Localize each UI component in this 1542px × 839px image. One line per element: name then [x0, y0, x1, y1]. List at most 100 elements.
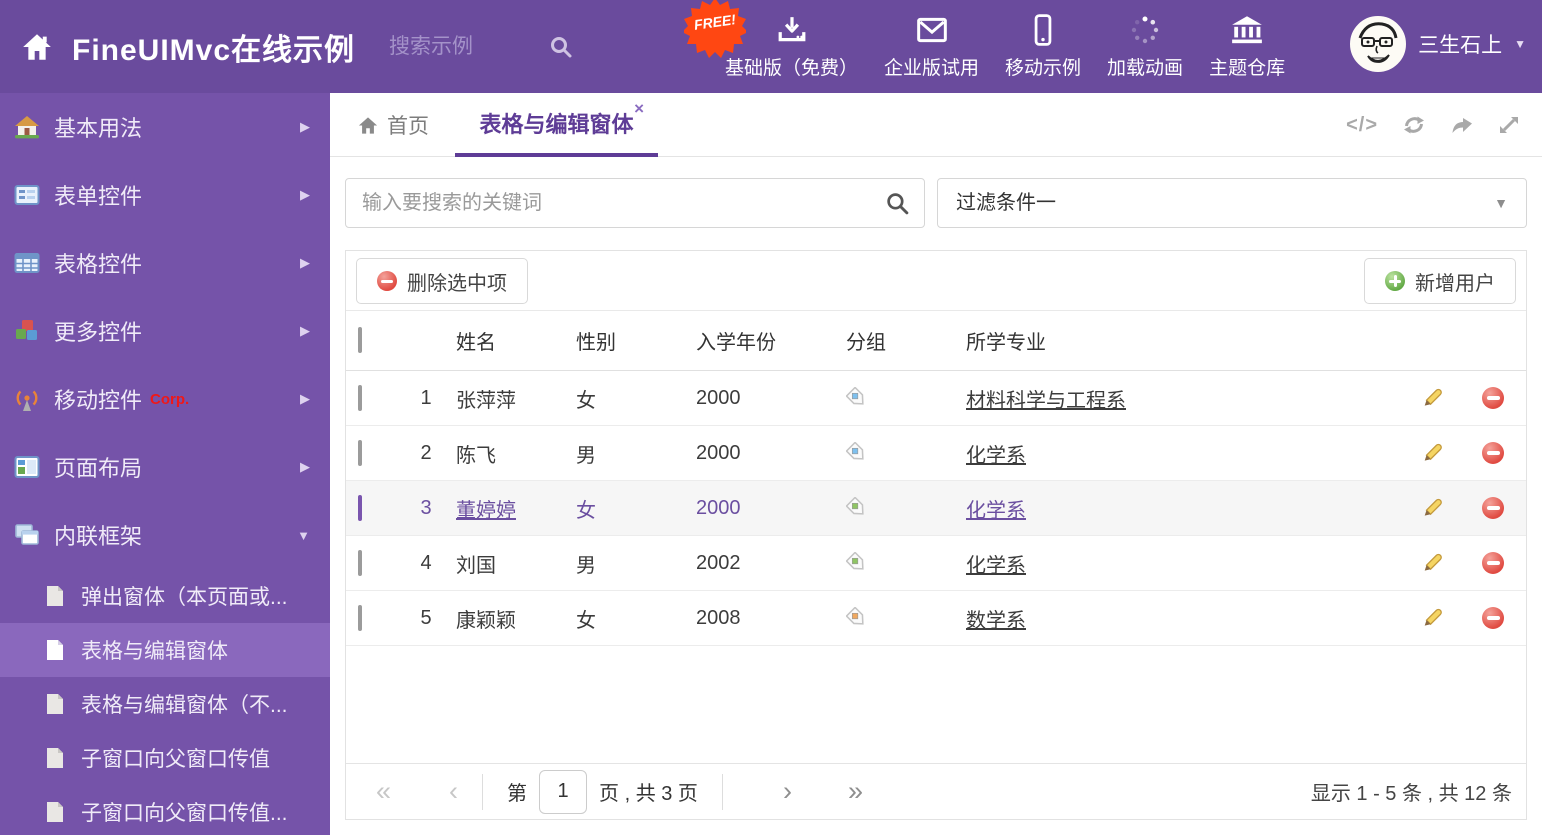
- grid-header-row: 姓名 性别 入学年份 分组 所学专业: [346, 311, 1526, 371]
- share-icon[interactable]: [1450, 114, 1474, 136]
- filter-selected-value: 过滤条件一: [956, 192, 1056, 214]
- last-page-button[interactable]: »: [848, 776, 863, 807]
- search-icon[interactable]: [885, 191, 910, 216]
- col-header-name[interactable]: 姓名: [456, 326, 576, 355]
- delete-button[interactable]: [1460, 607, 1526, 629]
- delete-button[interactable]: [1460, 497, 1526, 519]
- row-checkbox[interactable]: [358, 549, 362, 576]
- page-prefix-label: 第: [507, 783, 528, 805]
- file-icon: [47, 694, 63, 714]
- major-link[interactable]: 化学系: [966, 555, 1026, 577]
- edit-button[interactable]: [1404, 496, 1460, 520]
- main-area: 首页 表格与编辑窗体 × </> 输入要搜索的关键词 过滤条件一 ▼ 删除选中项…: [330, 93, 1542, 835]
- sidebar-item-more-controls[interactable]: 更多控件 ▶: [0, 297, 330, 365]
- mobile-icon: [1034, 12, 1052, 48]
- file-icon: [47, 748, 63, 768]
- nav-item-theme-store[interactable]: 主题仓库: [1209, 12, 1285, 80]
- header-search-input[interactable]: [389, 34, 540, 59]
- expand-icon[interactable]: [1498, 114, 1520, 136]
- table-row[interactable]: 2 陈飞 男 2000 化学系: [346, 426, 1526, 481]
- delete-selected-button[interactable]: 删除选中项: [356, 258, 528, 304]
- delete-button[interactable]: [1460, 442, 1526, 464]
- home-logo-icon[interactable]: [22, 33, 52, 61]
- sidebar-subitem-child-to-parent[interactable]: 子窗口向父窗口传值: [0, 731, 330, 785]
- nav-item-loading-animation[interactable]: 加载动画: [1107, 12, 1183, 80]
- table-row[interactable]: 1 张萍萍 女 2000 材料科学与工程系: [346, 371, 1526, 426]
- col-header-major[interactable]: 所学专业: [966, 326, 1404, 355]
- header-search-icon[interactable]: [549, 35, 573, 59]
- tab-grid-edit-window[interactable]: 表格与编辑窗体 ×: [455, 93, 658, 157]
- col-header-group[interactable]: 分组: [846, 326, 966, 355]
- nav-item-mobile-demo[interactable]: 移动示例: [1005, 12, 1081, 80]
- chevron-right-icon: ▶: [300, 459, 310, 474]
- add-user-button[interactable]: 新增用户: [1364, 258, 1516, 304]
- frames-icon: [15, 524, 39, 545]
- file-icon: [47, 640, 63, 660]
- page-number-input[interactable]: [539, 769, 588, 814]
- caret-down-icon: ▼: [1494, 195, 1508, 211]
- edit-button[interactable]: [1404, 551, 1460, 575]
- pencil-icon: [1424, 608, 1442, 626]
- sidebar-subitem-popup-window[interactable]: 弹出窗体（本页面或...: [0, 569, 330, 623]
- major-link[interactable]: 化学系: [966, 445, 1026, 467]
- table-row-selected[interactable]: 3 董婷婷 女 2000 化学系: [346, 481, 1526, 536]
- sidebar-item-mobile-controls[interactable]: 移动控件 Corp. ▶: [0, 365, 330, 433]
- sidebar-subitem-grid-edit-window-alt[interactable]: 表格与编辑窗体（不...: [0, 677, 330, 731]
- view-source-icon[interactable]: </>: [1346, 114, 1378, 137]
- tag-icon: [846, 497, 864, 515]
- sidebar-item-grid-controls[interactable]: 表格控件 ▶: [0, 229, 330, 297]
- page-suffix-label: 页 , 共 3 页: [599, 783, 698, 805]
- pencil-icon: [1424, 443, 1442, 461]
- edit-button[interactable]: [1404, 386, 1460, 410]
- pager-divider: [482, 773, 484, 810]
- chevron-right-icon: ▶: [300, 119, 310, 134]
- first-page-button[interactable]: «: [376, 776, 391, 807]
- minus-circle-icon: [1482, 497, 1504, 519]
- row-checkbox[interactable]: [358, 439, 362, 466]
- file-icon: [47, 586, 63, 606]
- sidebar-item-iframe[interactable]: 内联框架 ▼: [0, 501, 330, 569]
- edit-button[interactable]: [1404, 441, 1460, 465]
- major-link[interactable]: 数学系: [966, 610, 1026, 632]
- col-header-year[interactable]: 入学年份: [696, 326, 846, 355]
- app-title: FineUIMvc在线示例: [72, 33, 356, 67]
- next-page-button[interactable]: ›: [783, 776, 792, 807]
- delete-button[interactable]: [1460, 387, 1526, 409]
- select-all-checkbox[interactable]: [358, 327, 362, 353]
- bank-icon: [1230, 12, 1264, 48]
- major-link[interactable]: 材料科学与工程系: [966, 390, 1126, 412]
- delete-button[interactable]: [1460, 552, 1526, 574]
- home-tab-icon: [358, 116, 378, 134]
- prev-page-button[interactable]: ‹: [449, 776, 458, 807]
- home-colored-icon: [15, 116, 39, 139]
- refresh-icon[interactable]: [1402, 113, 1426, 137]
- keyword-search-input[interactable]: [346, 179, 924, 227]
- user-menu[interactable]: 三生石上 ▼: [1350, 16, 1526, 72]
- filter-dropdown[interactable]: 过滤条件一 ▼: [937, 178, 1527, 228]
- sidebar-subitem-child-to-parent-alt[interactable]: 子窗口向父窗口传值...: [0, 785, 330, 839]
- minus-circle-icon: [377, 271, 397, 291]
- row-checkbox[interactable]: [358, 494, 362, 521]
- nav-item-basic-edition[interactable]: 基础版（免费）: [725, 12, 858, 80]
- sidebar-subitem-grid-edit-window[interactable]: 表格与编辑窗体: [0, 623, 330, 677]
- antenna-icon: [16, 390, 38, 411]
- tag-icon: [846, 607, 864, 625]
- nav-item-enterprise-trial[interactable]: 企业版试用: [884, 12, 979, 80]
- tab-home[interactable]: 首页: [358, 93, 429, 157]
- major-link[interactable]: 化学系: [966, 500, 1026, 522]
- sidebar-item-form-controls[interactable]: 表单控件 ▶: [0, 161, 330, 229]
- tab-toolbar: </>: [1346, 93, 1520, 157]
- file-icon: [47, 802, 63, 822]
- col-header-gender[interactable]: 性别: [576, 326, 696, 355]
- table-row[interactable]: 5 康颖颖 女 2008 数学系: [346, 591, 1526, 646]
- close-icon[interactable]: ×: [634, 99, 644, 119]
- row-checkbox[interactable]: [358, 384, 362, 411]
- edit-button[interactable]: [1404, 606, 1460, 630]
- row-checkbox[interactable]: [358, 604, 362, 631]
- table-row[interactable]: 4 刘国 男 2002 化学系: [346, 536, 1526, 591]
- sidebar-item-page-layout[interactable]: 页面布局 ▶: [0, 433, 330, 501]
- tab-home-label: 首页: [387, 115, 429, 138]
- tag-icon: [846, 552, 864, 570]
- sidebar-item-basic-usage[interactable]: 基本用法 ▶: [0, 93, 330, 161]
- caret-down-icon: ▼: [1514, 37, 1526, 51]
